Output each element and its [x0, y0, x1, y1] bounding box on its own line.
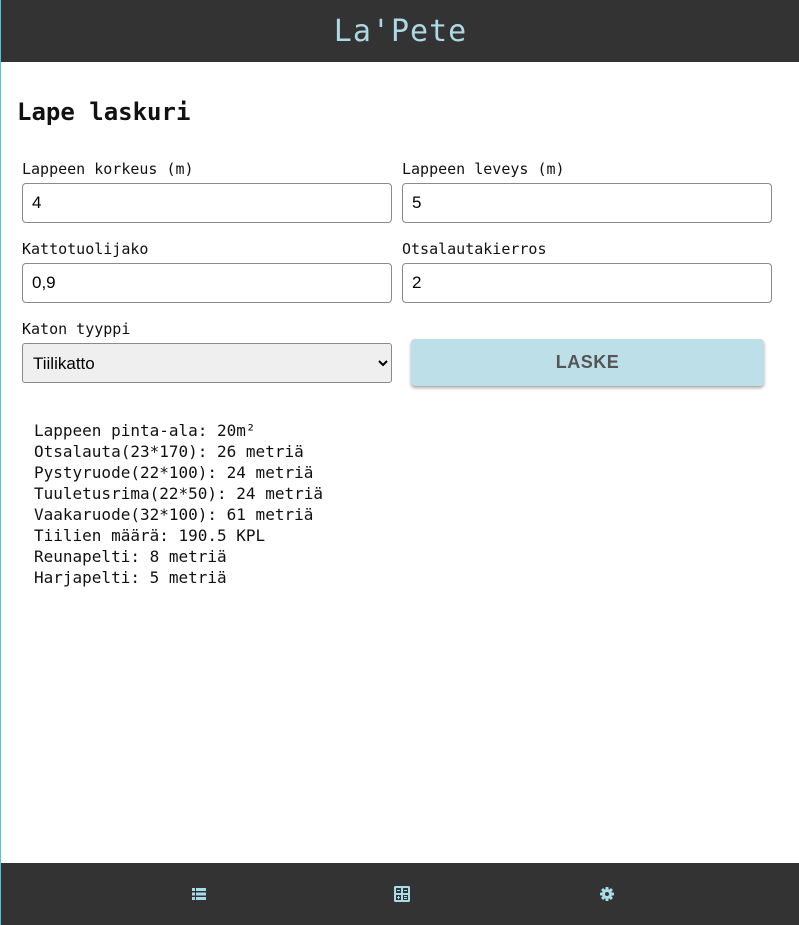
fascia-rounds-input[interactable]: [402, 263, 772, 303]
result-item: Tiilien määrä: 190.5 KPL: [34, 526, 266, 545]
list-icon: [192, 888, 206, 900]
page-title: Lape laskuri: [17, 98, 191, 126]
fascia-rounds-label: Otsalautakierros: [402, 240, 547, 258]
roof-height-input[interactable]: [22, 183, 392, 223]
rafter-spacing-label: Kattotuolijako: [22, 240, 149, 258]
bottom-nav: [1, 863, 799, 925]
app-title: La'Pete: [333, 13, 468, 49]
nav-calculator-button[interactable]: [392, 885, 412, 903]
fascia-rounds-field: Otsalautakierros: [402, 240, 772, 303]
rafter-spacing-field: Kattotuolijako: [22, 240, 392, 303]
roof-type-field: Katon tyyppi Tiilikatto: [22, 320, 392, 383]
result-item: Reunapelti: 8 metriä: [34, 547, 227, 566]
roof-height-field: Lappeen korkeus (m): [22, 160, 392, 223]
roof-width-input[interactable]: [402, 183, 772, 223]
roof-type-select[interactable]: Tiilikatto: [22, 343, 392, 383]
result-item: Pystyruode(22*100): 24 metriä: [34, 463, 314, 482]
nav-settings-button[interactable]: [597, 885, 617, 903]
result-item: Harjapelti: 5 metriä: [34, 568, 227, 587]
top-bar: La'Pete: [1, 0, 799, 62]
gear-icon: [600, 887, 614, 901]
result-item: Lappeen pinta-ala: 20m²: [34, 421, 256, 440]
roof-width-label: Lappeen leveys (m): [402, 160, 565, 178]
calculator-icon: [394, 886, 410, 902]
roof-width-field: Lappeen leveys (m): [402, 160, 772, 223]
roof-height-label: Lappeen korkeus (m): [22, 160, 194, 178]
result-item: Vaakaruode(32*100): 61 metriä: [34, 505, 314, 524]
nav-list-button[interactable]: [189, 885, 209, 903]
result-item: Tuuletusrima(22*50): 24 metriä: [34, 484, 323, 503]
result-item: Otsalauta(23*170): 26 metriä: [34, 442, 304, 461]
rafter-spacing-input[interactable]: [22, 263, 392, 303]
results-list: Lappeen pinta-ala: 20m² Otsalauta(23*170…: [34, 420, 323, 588]
calculate-button[interactable]: LASKE: [411, 339, 764, 386]
roof-type-label: Katon tyyppi: [22, 320, 131, 338]
